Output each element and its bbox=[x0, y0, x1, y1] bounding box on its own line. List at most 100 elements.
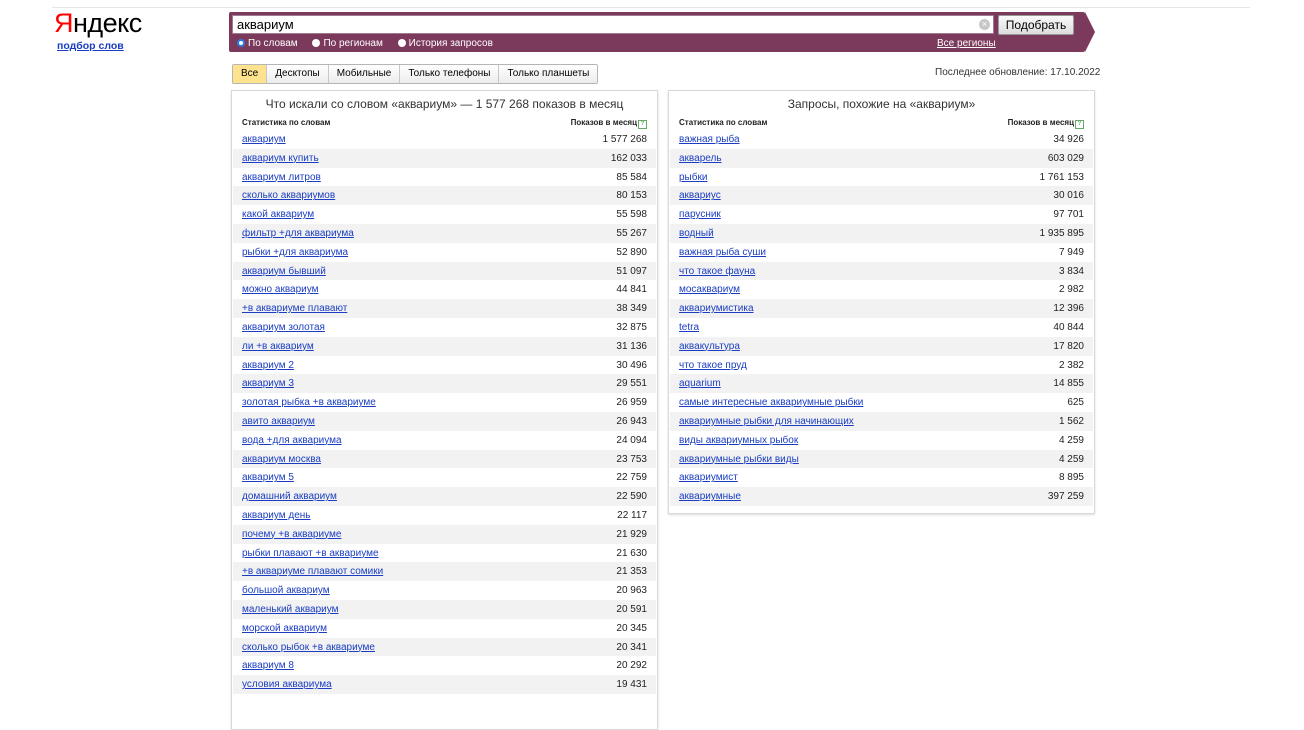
impressions-count: 20 591 bbox=[616, 603, 647, 615]
keyword-link[interactable]: аквариумистика bbox=[679, 303, 754, 314]
all-regions-link[interactable]: Все регионы bbox=[937, 38, 996, 49]
search-stats-panel: Что искали со словом «аквариум» — 1 577 … bbox=[231, 90, 658, 730]
column-headers: Статистика по словам Показов в месяц? bbox=[679, 118, 1084, 129]
impressions-count: 34 926 bbox=[1053, 134, 1084, 145]
keyword-link[interactable]: парусник bbox=[679, 209, 721, 220]
keyword-link[interactable]: аквариумные рыбки для начинающих bbox=[679, 416, 854, 427]
keywords-table: аквариум 1 577 268 аквариум купить 162 033 а… bbox=[233, 130, 656, 694]
help-icon[interactable]: ? bbox=[1075, 120, 1084, 129]
keyword-link[interactable]: аквариум купить bbox=[242, 153, 319, 164]
keyword-link[interactable]: aquarium bbox=[679, 378, 721, 389]
keyword-link[interactable]: аквариум 5 bbox=[242, 472, 294, 483]
keyword-link[interactable]: важная рыба суши bbox=[679, 247, 766, 258]
count-header-label: Показов в месяц bbox=[1007, 118, 1074, 127]
impressions-count: 21 929 bbox=[616, 528, 647, 540]
impressions-count: 4 259 bbox=[1058, 453, 1084, 465]
clear-icon[interactable]: × bbox=[979, 19, 990, 30]
radio-label: По регионам bbox=[323, 38, 383, 49]
radio-by-regions[interactable]: По регионам bbox=[312, 38, 383, 49]
keyword-link[interactable]: аквариум день bbox=[242, 510, 311, 521]
radio-icon bbox=[312, 39, 321, 47]
table-row: +в аквариуме плавают 38 349 bbox=[233, 299, 656, 318]
tab-tablets-only[interactable]: Только планшеты bbox=[499, 65, 598, 83]
impressions-count: 20 963 bbox=[616, 585, 647, 597]
keyword-link[interactable]: ли +в аквариум bbox=[242, 341, 314, 352]
search-mode-radios: По словам По регионам История запросов bbox=[237, 38, 505, 50]
keyword-link[interactable]: условия аквариума bbox=[242, 679, 332, 690]
keyword-link[interactable]: аквариум золотая bbox=[242, 322, 325, 333]
table-row: аквариум золотая 32 875 bbox=[233, 318, 656, 337]
impressions-count: 162 033 bbox=[610, 152, 647, 164]
keyword-link[interactable]: аквариум 8 bbox=[242, 660, 294, 671]
table-row: парусник 97 701 bbox=[670, 205, 1093, 224]
keyword-link[interactable]: что такое фауна bbox=[679, 266, 755, 277]
keyword-link[interactable]: аквариумные bbox=[679, 491, 741, 502]
keyword-link[interactable]: аквариумные рыбки виды bbox=[679, 454, 799, 465]
impressions-count: 26 959 bbox=[616, 397, 647, 409]
tab-all[interactable]: Все bbox=[233, 65, 268, 83]
impressions-count: 3 834 bbox=[1058, 265, 1084, 277]
keyword-link[interactable]: сколько аквариумов bbox=[242, 190, 335, 201]
impressions-count: 26 943 bbox=[616, 415, 647, 427]
keyword-link[interactable]: рыбки +для аквариума bbox=[242, 247, 348, 258]
keyword-link[interactable]: аквариум москва bbox=[242, 454, 321, 465]
keyword-link[interactable]: авито аквариум bbox=[242, 416, 315, 427]
help-icon[interactable]: ? bbox=[638, 120, 647, 129]
keyword-link[interactable]: самые интересные аквариумные рыбки bbox=[679, 397, 863, 408]
table-row: tetra 40 844 bbox=[670, 318, 1093, 337]
table-row: условия аквариума 19 431 bbox=[233, 675, 656, 694]
wordstat-link[interactable]: подбор слов bbox=[57, 40, 124, 52]
keyword-link[interactable]: почему +в аквариуме bbox=[242, 529, 341, 540]
keyword-link[interactable]: аквакультура bbox=[679, 341, 740, 352]
impressions-count: 24 094 bbox=[616, 434, 647, 446]
keyword-link[interactable]: морской аквариум bbox=[242, 623, 327, 634]
impressions-count: 625 bbox=[1067, 397, 1084, 409]
keyword-link[interactable]: мосаквариум bbox=[679, 284, 740, 295]
words-column-header: Статистика по словам bbox=[679, 118, 768, 127]
keyword-link[interactable]: золотая рыбка +в аквариуме bbox=[242, 397, 376, 408]
keyword-link[interactable]: можно аквариум bbox=[242, 284, 318, 295]
table-row: аквариум литров 85 584 bbox=[233, 168, 656, 187]
keyword-link[interactable]: +в аквариуме плавают сомики bbox=[242, 566, 383, 577]
table-row: что такое фауна 3 834 bbox=[670, 261, 1093, 281]
table-row: aquarium 14 855 bbox=[670, 374, 1093, 394]
radio-by-words[interactable]: По словам bbox=[237, 38, 298, 49]
keyword-link[interactable]: аквариум литров bbox=[242, 172, 321, 183]
yandex-logo[interactable]: Яндекс bbox=[54, 8, 142, 38]
keyword-link[interactable]: домашний аквариум bbox=[242, 491, 337, 502]
tab-desktops[interactable]: Десктопы bbox=[267, 65, 329, 83]
radio-history[interactable]: История запросов bbox=[397, 38, 493, 49]
table-row: что такое пруд 2 382 bbox=[670, 356, 1093, 375]
keyword-link[interactable]: аквариус bbox=[679, 190, 721, 201]
keyword-link[interactable]: большой аквариум bbox=[242, 585, 330, 596]
keyword-link[interactable]: +в аквариуме плавают bbox=[242, 303, 347, 314]
panel-title: Запросы, похожие на «аквариум» bbox=[787, 97, 976, 111]
search-input[interactable] bbox=[232, 15, 994, 34]
keyword-link[interactable]: аквариум 3 bbox=[242, 378, 294, 389]
keyword-link[interactable]: какой аквариум bbox=[242, 209, 314, 220]
keyword-link[interactable]: вода +для аквариума bbox=[242, 435, 342, 446]
keyword-link[interactable]: важная рыба bbox=[679, 134, 740, 145]
keyword-link[interactable]: виды аквариумных рыбок bbox=[679, 435, 798, 446]
table-row: рыбки плавают +в аквариуме 21 630 bbox=[233, 544, 656, 563]
keyword-link[interactable]: водный bbox=[679, 228, 714, 239]
tab-mobile[interactable]: Мобильные bbox=[328, 65, 401, 83]
keyword-link[interactable]: что такое пруд bbox=[679, 360, 747, 371]
keyword-link[interactable]: маленький аквариум bbox=[242, 604, 339, 615]
keyword-link[interactable]: рыбки плавают +в аквариуме bbox=[242, 548, 379, 559]
keyword-link[interactable]: сколько рыбок +в аквариуме bbox=[242, 642, 375, 653]
table-row: рыбки +для аквариума 52 890 bbox=[233, 243, 656, 262]
keyword-link[interactable]: акварель bbox=[679, 153, 722, 164]
impressions-count: 52 890 bbox=[616, 246, 647, 258]
keyword-link[interactable]: tetra bbox=[679, 322, 699, 333]
tab-phones-only[interactable]: Только телефоны bbox=[400, 65, 500, 83]
keyword-link[interactable]: аквариум 2 bbox=[242, 360, 294, 371]
keyword-link[interactable]: фильтр +для аквариума bbox=[242, 228, 354, 239]
keyword-link[interactable]: аквариумист bbox=[679, 472, 738, 483]
impressions-count: 22 117 bbox=[617, 509, 647, 521]
keyword-link[interactable]: аквариум бывший bbox=[242, 266, 326, 277]
submit-button[interactable]: Подобрать bbox=[998, 15, 1074, 35]
keyword-link[interactable]: рыбки bbox=[679, 172, 707, 183]
table-row: мосаквариум 2 982 bbox=[670, 280, 1093, 299]
keyword-link[interactable]: аквариум bbox=[242, 134, 286, 145]
